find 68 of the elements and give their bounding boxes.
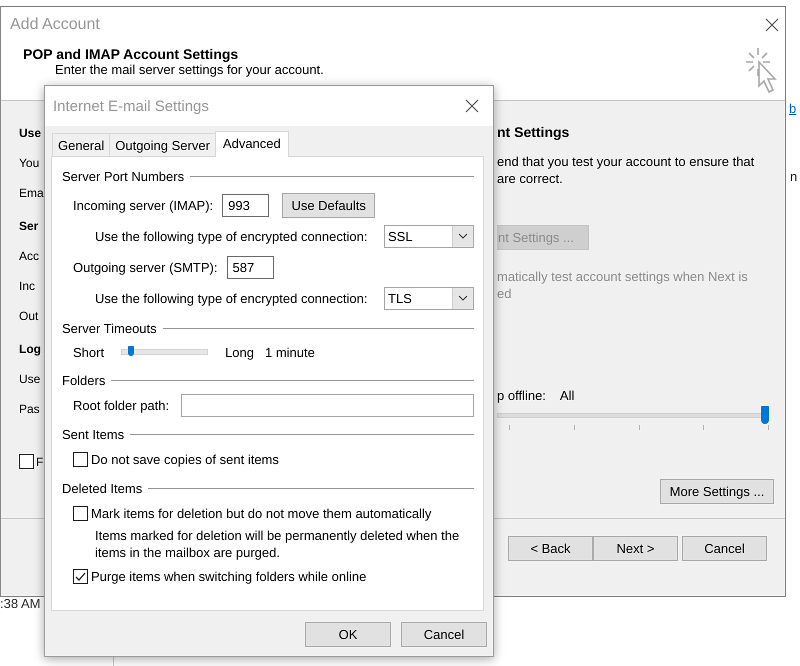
cancel-button[interactable]: Cancel [682,536,767,561]
field-label: Use the following type of encrypted connection: [95,228,368,244]
more-settings-button[interactable]: More Settings ... [660,479,774,504]
sparkle-cursor-icon [744,46,780,94]
group-heading: Use [19,125,42,142]
encryption-dropdown[interactable]: SSL [384,224,474,248]
instruction-text: Enter the mail server settings for your account. [54,62,324,77]
checkbox-label: Do not save copies of sent items [91,452,279,466]
encryption-dropdown[interactable]: TLS [384,286,474,310]
field-label: Inc [19,278,36,295]
text-fragment: n [790,169,798,184]
next-button[interactable]: Next > [593,536,678,561]
window-title: Add Account [10,16,100,34]
field-label: Incoming server (IMAP): [73,198,214,212]
slider-label: Short [73,344,104,360]
tab[interactable]: General [52,133,110,156]
ok-button[interactable]: OK [305,622,391,647]
field-label: Use [19,371,42,388]
description-text: end that you test your account to ensure that are correct. [497,153,754,187]
close-icon[interactable] [765,18,779,32]
chevron-down-icon [458,295,468,301]
checkbox[interactable] [73,452,88,466]
field-label: Ema [19,185,44,202]
checkbox-label: Purge items when switching folders while online [91,568,366,584]
dialog-title: Internet E-mail Settings [53,98,209,114]
group-heading: Sent Items [62,426,124,442]
chevron-down-icon [458,233,468,239]
link[interactable]: b [789,101,796,116]
checkbox-label: F [36,454,44,468]
slider-thumb[interactable] [761,406,769,424]
field-label: Root folder path: [73,398,170,412]
field-label: Out [19,308,40,325]
group-heading: Folders [62,372,106,388]
checkbox-label: matically test account settings when Next is ed [497,268,748,302]
offline-slider[interactable] [497,405,769,425]
timeout-value: 1 minute [265,344,315,360]
field-label: Outgoing server (SMTP): [73,260,218,274]
offline-value: All [560,388,574,403]
checkbox[interactable] [73,506,88,520]
use-defaults-button[interactable]: Use Defaults [282,192,376,218]
group-heading: Deleted Items [62,480,142,496]
checkbox[interactable] [19,454,34,469]
back-button[interactable]: < Back [508,536,593,561]
root-folder-field[interactable] [181,394,474,416]
slider-thumb[interactable] [128,346,134,356]
group-heading: Server Port Numbers [62,168,184,184]
section-heading: POP and IMAP Account Settings [23,46,240,62]
group-heading: Ser [19,218,40,235]
field-label: Use the following type of encrypted connection: [95,290,368,306]
field-label: You [19,155,40,172]
tab[interactable]: Outgoing Server [109,133,216,156]
field-label: Pas [19,401,41,418]
checkbox-label: Mark items for deletion but do not move them automatically [91,506,432,520]
port-field[interactable]: 587 [226,256,274,278]
note-text: Items marked for deletion will be permanently deleted when the items in the mailbox are purged. [94,527,460,562]
time-label: :38 AM [0,596,40,611]
group-heading: Log [19,341,42,358]
checkbox[interactable] [73,568,88,584]
cancel-button[interactable]: Cancel [401,622,487,647]
slider-label: Long [225,344,254,360]
close-icon[interactable] [465,99,479,113]
port-field[interactable]: 993 [222,194,270,216]
group-heading: Server Timeouts [62,320,157,336]
section-heading: nt Settings [497,123,570,141]
field-label: Acc [19,248,40,265]
timeout-slider[interactable] [121,349,208,355]
tab[interactable]: Advanced [214,131,289,157]
offline-label: p offline: [497,388,546,403]
